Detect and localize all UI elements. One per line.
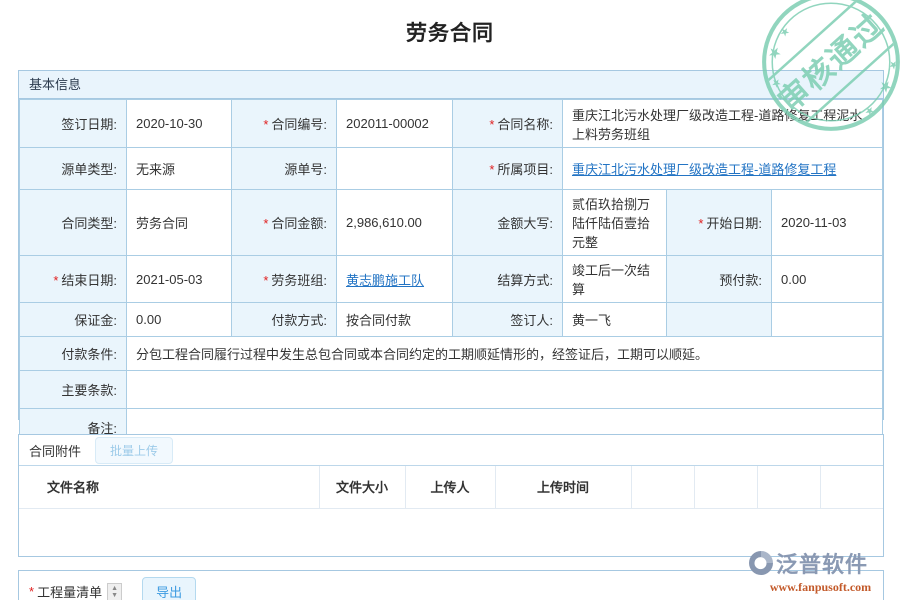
field-label-source-type: 源单类型:: [20, 148, 127, 190]
field-label-advance: 预付款:: [667, 256, 772, 303]
basic-info-header: 基本信息: [19, 71, 883, 99]
field-label-pay-terms: 付款条件:: [20, 337, 127, 371]
field-value-settle-method: 竣工后一次结算: [563, 256, 667, 303]
field-label-start-date: *开始日期:: [667, 190, 772, 256]
field-label-sign-date: 签订日期:: [20, 100, 127, 148]
field-label-deposit: 保证金:: [20, 303, 127, 337]
basic-info-table: 签订日期: 2020-10-30 *合同编号: 202011-00002 *合同…: [19, 99, 883, 446]
field-value-sign-date: 2020-10-30: [127, 100, 232, 148]
project-link[interactable]: 重庆江北污水处理厂级改造工程-道路修复工程: [572, 162, 836, 177]
export-button[interactable]: 导出: [142, 577, 196, 600]
col-file-name: 文件名称: [19, 466, 319, 508]
field-value-project: 重庆江北污水处理厂级改造工程-道路修复工程: [563, 148, 883, 190]
boq-required-mark: *: [29, 584, 34, 599]
field-label-pay-method: 付款方式:: [232, 303, 337, 337]
col-empty-2: [694, 466, 757, 508]
col-file-size: 文件大小: [319, 466, 405, 508]
field-label-amount-words: 金额大写:: [453, 190, 563, 256]
empty-value-cell: [772, 303, 883, 337]
field-value-amount-words: 贰佰玖拾捌万陆仟陆佰壹拾元整: [563, 190, 667, 256]
field-label-main-terms: 主要条款:: [20, 371, 127, 409]
field-value-labor-team: 黄志鹏施工队: [337, 256, 453, 303]
field-label-settle-method: 结算方式:: [453, 256, 563, 303]
boq-section: * 工程量清单 ▲▼ 导出: [18, 570, 884, 600]
labor-contract-page: 劳务合同 审核通过 ★ ★ ★ ★ ★ ★ 基本信息: [0, 0, 900, 600]
field-value-end-date: 2021-05-03: [127, 256, 232, 303]
svg-text:★: ★: [886, 58, 900, 74]
field-label-labor-team: *劳务班组:: [232, 256, 337, 303]
empty-label-cell: [667, 303, 772, 337]
field-value-amount: 2,986,610.00: [337, 190, 453, 256]
field-label-signer: 签订人:: [453, 303, 563, 337]
field-value-contract-no: 202011-00002: [337, 100, 453, 148]
col-empty-1: [631, 466, 694, 508]
field-value-contract-type: 劳务合同: [127, 190, 232, 256]
field-label-amount: *合同金额:: [232, 190, 337, 256]
batch-upload-button[interactable]: 批量上传: [95, 437, 173, 464]
basic-info-section: 基本信息 签订日期: 2020-10-30 *合同编号: 202011-0000…: [18, 70, 884, 420]
field-label-project: *所属项目:: [453, 148, 563, 190]
field-value-start-date: 2020-11-03: [772, 190, 883, 256]
col-uploader: 上传人: [405, 466, 495, 508]
field-value-pay-method: 按合同付款: [337, 303, 453, 337]
field-value-source-type: 无来源: [127, 148, 232, 190]
field-label-contract-type: 合同类型:: [20, 190, 127, 256]
field-value-signer: 黄一飞: [563, 303, 667, 337]
field-value-deposit: 0.00: [127, 303, 232, 337]
field-value-source-no: [337, 148, 453, 190]
attachments-table: 文件名称 文件大小 上传人 上传时间: [19, 466, 883, 509]
field-value-advance: 0.00: [772, 256, 883, 303]
field-label-contract-name: *合同名称:: [453, 100, 563, 148]
page-title: 劳务合同: [0, 17, 900, 47]
attachments-section: 合同附件 批量上传 文件名称 文件大小 上传人 上传时间: [18, 434, 884, 557]
field-label-source-no: 源单号:: [232, 148, 337, 190]
col-upload-time: 上传时间: [495, 466, 631, 508]
boq-title: 工程量清单: [37, 582, 102, 600]
attachments-title: 合同附件: [29, 441, 81, 460]
field-value-pay-terms: 分包工程合同履行过程中发生总包合同或本合同约定的工期顺延情形的，经签证后，工期可…: [127, 337, 883, 371]
sort-toggle-icon[interactable]: ▲▼: [107, 583, 122, 600]
col-empty-4: [820, 466, 883, 508]
field-label-contract-no: *合同编号:: [232, 100, 337, 148]
field-value-contract-name: 重庆江北污水处理厂级改造工程-道路修复工程泥水上料劳务班组: [563, 100, 883, 148]
col-empty-3: [757, 466, 820, 508]
labor-team-link[interactable]: 黄志鹏施工队: [346, 273, 424, 288]
field-label-end-date: *结束日期:: [20, 256, 127, 303]
field-value-main-terms: [127, 371, 883, 409]
